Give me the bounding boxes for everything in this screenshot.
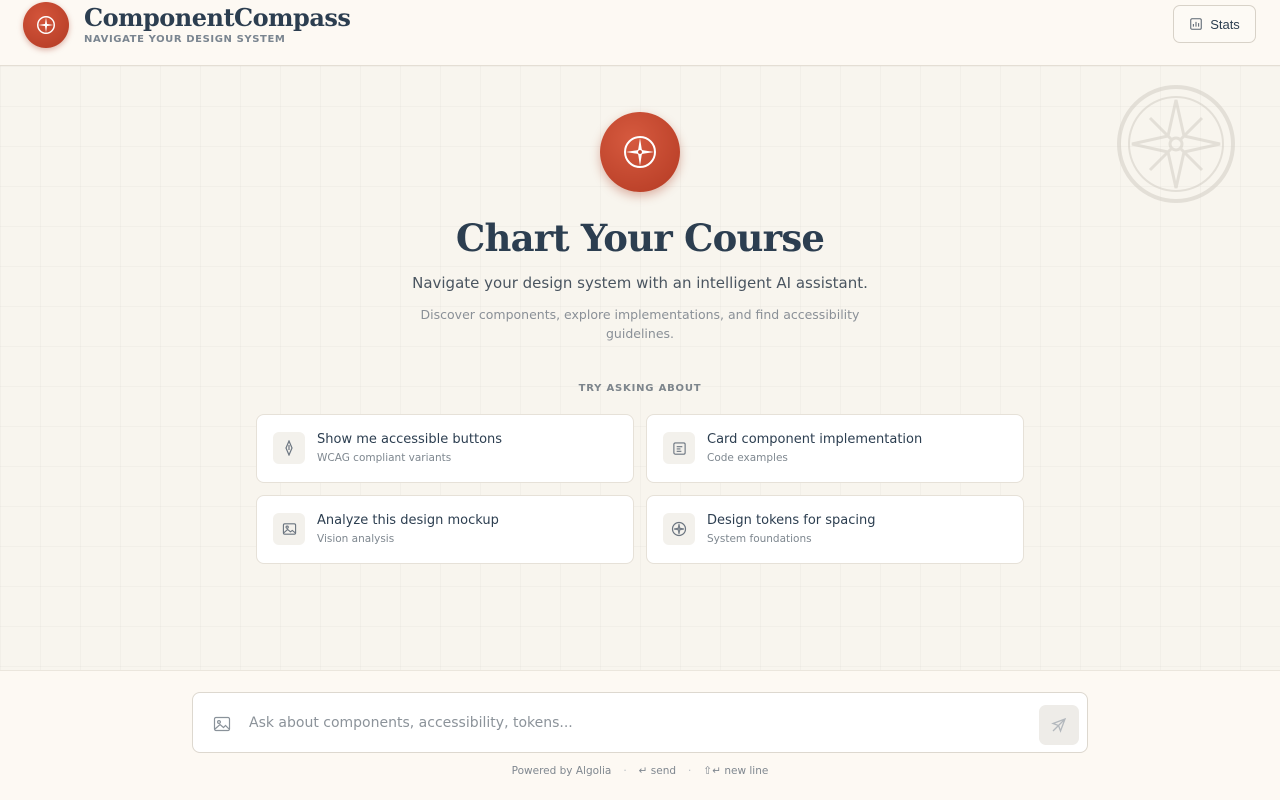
chat-composer [192,692,1088,753]
chat-input[interactable] [249,707,1019,739]
attach-image-icon[interactable] [213,716,231,732]
suggestion-card-accessible-buttons[interactable]: Show me accessible buttons WCAG complian… [256,414,634,483]
card-title: Analyze this design mockup [317,513,499,528]
powered-by-text: Powered by Algolia [511,765,612,777]
pen-nib-icon [273,432,305,464]
suggestion-card-design-tokens[interactable]: Design tokens for spacing System foundat… [646,495,1024,564]
card-subtitle: System foundations [707,533,812,545]
brand-subtitle: NAVIGATE YOUR DESIGN SYSTEM [84,34,286,45]
composer-area: Powered by Algolia · ↵ send · ⇧↵ new lin… [0,670,1280,800]
hero-subtitle: Navigate your design system with an inte… [412,274,868,292]
keyboard-hints: Powered by Algolia · ↵ send · ⇧↵ new lin… [0,765,1280,777]
hero-title: Chart Your Course [455,216,825,260]
send-hint: ↵ send [638,765,677,777]
hint-separator: · [623,765,627,777]
new-line-hint: ⇧↵ new line [703,765,769,777]
send-icon [1051,717,1067,733]
compass-watermark-icon [1117,85,1235,203]
hero-compass-icon [600,112,680,192]
stats-button[interactable]: Stats [1173,5,1256,43]
compass-icon [663,513,695,545]
suggestion-card-design-mockup[interactable]: Analyze this design mockup Vision analys… [256,495,634,564]
card-subtitle: WCAG compliant variants [317,452,452,464]
hint-separator: · [688,765,692,777]
stats-label: Stats [1210,16,1240,32]
suggestions-label: TRY ASKING ABOUT [578,383,702,394]
send-button[interactable] [1039,705,1079,745]
card-subtitle: Code examples [707,452,788,464]
chart-document-icon [1190,18,1202,30]
card-title: Design tokens for spacing [707,513,876,528]
card-title: Card component implementation [707,432,923,447]
main-content: Chart Your Course Navigate your design s… [0,66,1280,670]
brand-title: ComponentCompass [84,3,351,32]
app-header: ComponentCompass NAVIGATE YOUR DESIGN SY… [0,0,1280,66]
hero-description: Discover components, explore implementat… [420,307,860,341]
card-subtitle: Vision analysis [317,533,395,545]
image-icon [273,513,305,545]
suggestion-card-card-component[interactable]: Card component implementation Code examp… [646,414,1024,483]
card-title: Show me accessible buttons [317,432,503,447]
compass-logo-icon[interactable] [23,2,69,48]
code-file-icon [663,432,695,464]
